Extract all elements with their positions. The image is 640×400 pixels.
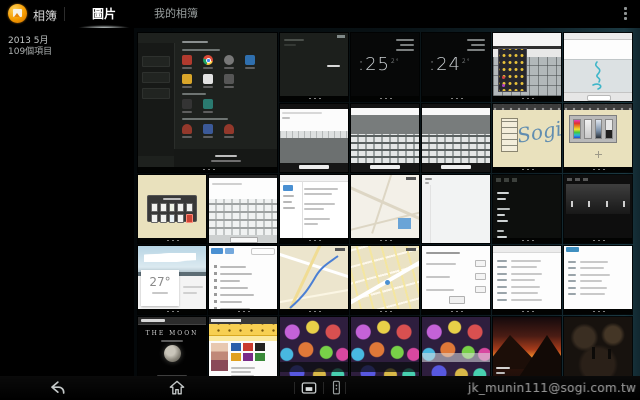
thumbnail-gems-wallpaper-2[interactable] [350,316,420,386]
home-button[interactable] [167,378,187,398]
thumbnail-media-player-screen[interactable] [563,174,633,244]
tab-divider [64,7,65,21]
thumbnail-table-list-screen-1[interactable] [492,245,562,315]
clock-text: :252° [358,54,400,75]
thumbnail-map-screen-2[interactable] [350,245,420,315]
clock-text: :242° [429,54,471,75]
recents-icon [301,382,317,394]
thumbnail-dark-list-screen[interactable] [492,174,562,244]
home-icon [169,380,185,395]
temperature-text: 27° [149,275,171,289]
action-bar: 相簿 圖片 我的相簿 [0,0,640,28]
back-icon [51,381,65,394]
thumbnail-paper-picker-screen[interactable] [137,174,207,244]
quick-app-icon [332,380,340,395]
thumbnail-map-route-screen[interactable] [279,245,349,315]
back-button[interactable] [47,378,67,398]
app-title: 相簿 [33,9,58,23]
nav-separator [323,382,324,394]
recents-button[interactable] [299,378,319,398]
thumbnail-weather-screen[interactable]: 27° [137,245,207,315]
thumbnail-note-with-keyboard-screen[interactable] [279,103,349,173]
thumbnail-moon-webpage[interactable]: THE MOON [137,316,207,386]
thumbnail-lockscreen-clock-24[interactable]: :242° [421,32,491,102]
thumbnail-dark-app-screen[interactable] [279,32,349,102]
thumbnail-keyboard-screen-1[interactable] [350,103,420,173]
tab-pictures-label: 圖片 [91,7,116,21]
thumbnail-gems-wallpaper-1[interactable] [279,316,349,386]
handwriting-text: Sogi [515,116,561,148]
tab-pictures[interactable]: 圖片 [72,0,136,28]
nav-separator [345,382,346,394]
thumbnail-gems-wallpaper-3[interactable] [421,316,491,386]
group-date-label: 2013 5月 [8,36,49,46]
thumbnail-table-list-screen-2[interactable] [563,245,633,315]
thumbnail-sunset-photo[interactable] [492,316,562,386]
photo-glyph-icon [13,9,22,17]
tab-my-albums[interactable]: 我的相簿 [138,0,214,28]
overflow-menu-icon[interactable] [622,7,628,22]
thumbnail-keyboard-screen-2[interactable] [421,103,491,173]
thumbnail-form-document-screen[interactable] [421,245,491,315]
thumbnail-settings-split-screen[interactable] [279,174,349,244]
thumbnail-sogi-webpage[interactable] [208,316,278,386]
thumbnail-backup-restore-screen[interactable] [137,32,278,173]
quick-app-button[interactable] [326,378,346,398]
thumbnail-menu-list-screen[interactable] [208,245,278,315]
thumbnail-map-screen-1[interactable] [350,174,420,244]
group-info: 2013 5月 109個項目 [8,36,52,58]
nav-separator [294,382,295,394]
tab-my-albums-label: 我的相簿 [154,7,198,20]
gallery-app-icon[interactable] [8,4,27,23]
group-count-label: 109個項目 [8,47,53,57]
thumbnail-keyboard-screen-3[interactable] [208,174,278,244]
thumbnail-emoji-keyboard-screen[interactable] [492,32,562,102]
thumbnail-color-palette-screen[interactable] [563,103,633,173]
thumbnail-sogi-sketch-screen[interactable]: Sogi [492,103,562,173]
thumbnail-blank-document-screen[interactable] [421,174,491,244]
thumbnail-handwriting-note-screen[interactable] [563,32,633,102]
moon-title-text: THE MOON [145,330,199,337]
thumbnail-lockscreen-clock-25[interactable]: :252° [350,32,420,102]
system-navbar: jk_munin111@sogi.com.tw [0,376,640,400]
watermark-text: jk_munin111@sogi.com.tw [467,381,636,395]
thumbnail-dark-movie-scene[interactable] [563,316,633,386]
